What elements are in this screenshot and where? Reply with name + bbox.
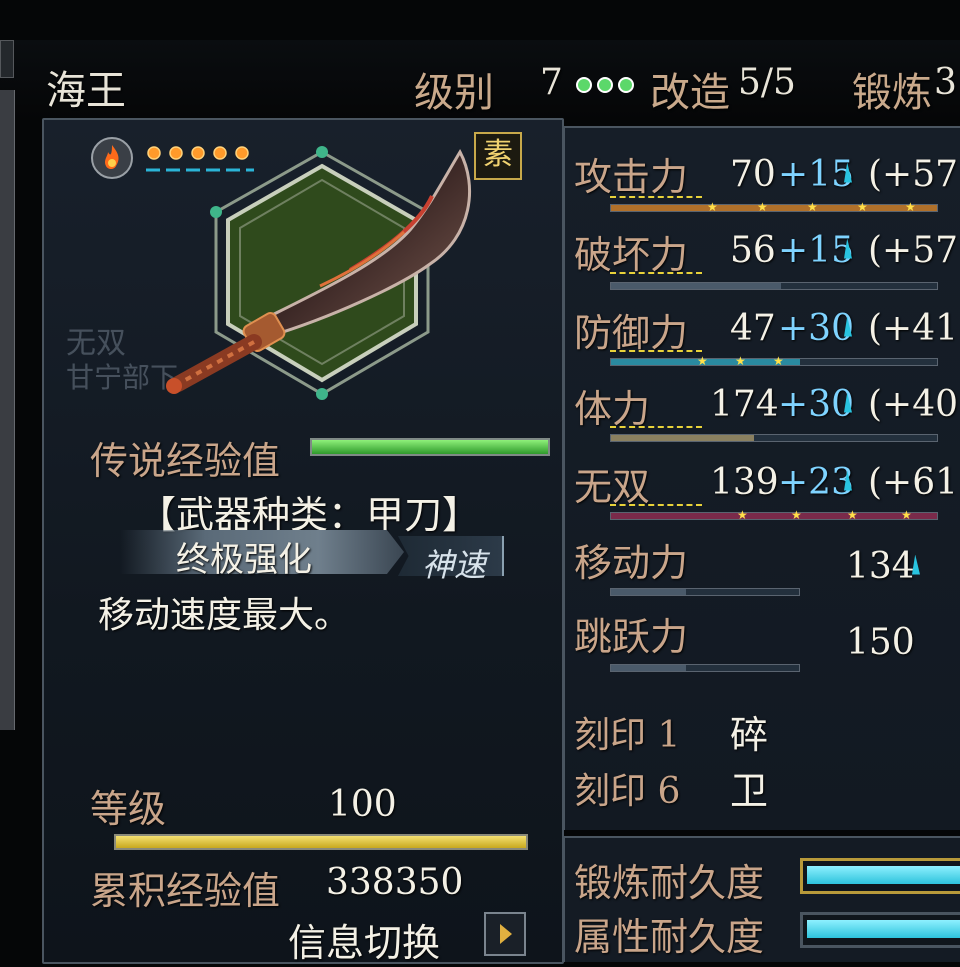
forge-value: 3	[934, 62, 957, 103]
ultimate-skill: 神速	[422, 546, 487, 584]
stat-bar: ★ ★ ★ ★ ★	[610, 200, 938, 214]
stat-label: 防御力	[574, 311, 689, 355]
weapon-description: 移动速度最大。	[98, 595, 351, 636]
level-bar-fill	[116, 836, 526, 848]
level-value-bottom: 100	[328, 784, 397, 825]
stat-label: 体力	[574, 387, 651, 431]
stat-extra: (+61	[868, 462, 959, 503]
seal-value: 卫	[730, 769, 769, 813]
stat-label: 攻击力	[574, 155, 689, 199]
stat-bonus: +23	[778, 462, 854, 503]
stat-bar	[610, 282, 938, 290]
stat-extra: (+57	[868, 154, 959, 195]
seal-label: 刻印 6	[574, 771, 681, 812]
legend-exp-bar	[310, 438, 550, 456]
cyan-tick-icon	[844, 162, 852, 183]
stat-bonus: +15	[778, 154, 854, 195]
stat-label: 移动力	[574, 541, 689, 585]
attribute-durability-bar	[800, 912, 960, 948]
weapon-name: 海王	[46, 68, 126, 114]
forge-durability-bar	[800, 858, 960, 894]
cumulative-exp-value: 338350	[326, 862, 464, 903]
cyan-tick-icon	[912, 554, 920, 575]
stat-base: 150	[846, 622, 915, 663]
stat-underline	[610, 196, 702, 202]
stat-bonus: +30	[778, 308, 854, 349]
cyan-tick-icon	[844, 316, 852, 337]
fire-orb-icon	[90, 136, 134, 184]
stat-extra: (+57	[868, 230, 959, 271]
modify-value: 5/5	[738, 62, 796, 103]
forge-label: 锻炼	[852, 70, 932, 116]
level-label: 级别	[414, 70, 494, 116]
stat-label: 跳跃力	[574, 615, 689, 659]
seal-label: 刻印 1	[574, 715, 681, 756]
stat-base: 174	[710, 384, 779, 425]
stat-extra: (+40	[868, 384, 959, 425]
stat-extra: (+41	[868, 308, 959, 349]
info-switch-label[interactable]: 信息切换	[288, 912, 440, 967]
cumulative-exp-label: 累积经验值	[90, 869, 281, 913]
stat-base: 47	[730, 308, 776, 349]
weapon-sword-icon	[160, 146, 490, 400]
level-bar	[114, 834, 528, 850]
stat-base: 139	[710, 462, 779, 503]
cyan-tick-icon	[844, 470, 852, 491]
stat-base: 56	[730, 230, 776, 271]
stat-underline	[610, 504, 702, 510]
level-label-bottom: 等级	[90, 787, 167, 831]
attribute-durability-label: 属性耐久度	[574, 915, 765, 959]
stat-bar: ★ ★ ★ ★	[610, 508, 938, 522]
stat-label: 破坏力	[574, 233, 689, 277]
side-scrollbar[interactable]	[0, 90, 15, 730]
stat-bar	[610, 588, 800, 596]
stat-underline	[610, 426, 702, 432]
forge-durability-label: 锻炼耐久度	[574, 861, 765, 905]
seal-value: 碎	[730, 713, 769, 757]
attribute-durability-fill	[807, 920, 960, 938]
stat-bonus: +15	[778, 230, 854, 271]
forge-durability-fill	[807, 866, 960, 884]
legend-exp-label: 传说经验值	[90, 439, 281, 483]
stat-bonus: +30	[778, 384, 854, 425]
gem-dots-icon	[574, 74, 638, 100]
arrow-right-icon	[500, 924, 512, 944]
info-switch-button[interactable]	[484, 912, 526, 956]
stat-bar	[610, 434, 938, 442]
ultimate-label: 终极强化	[176, 540, 312, 580]
stat-base: 70	[730, 154, 776, 195]
stat-bar	[610, 664, 800, 672]
stat-underline	[610, 350, 702, 356]
modify-label: 改造	[650, 70, 730, 116]
cyan-tick-icon	[844, 392, 852, 413]
scroll-cap	[0, 40, 14, 78]
legend-exp-fill	[312, 440, 548, 454]
stat-bar: ★ ★ ★	[610, 354, 938, 368]
stat-label: 无双	[574, 465, 651, 509]
stat-base: 134	[846, 546, 915, 587]
stat-underline	[610, 272, 702, 278]
cyan-tick-icon	[844, 238, 852, 259]
level-value: 7	[540, 62, 563, 103]
